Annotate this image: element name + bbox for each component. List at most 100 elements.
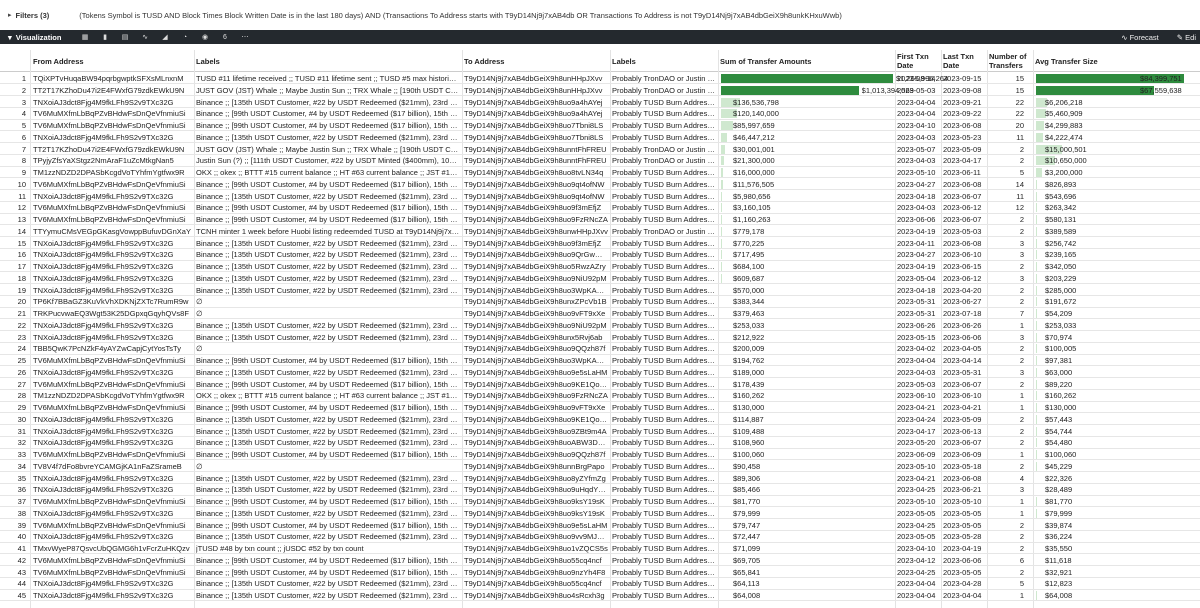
column-number-transfers[interactable]: Number of Transfers (989, 50, 1033, 72)
table-row[interactable]: 26 TNXoiAJ3dct8Fjg4M9fkLFh9S2v9TXc32G Bina… (0, 367, 1200, 379)
table-row[interactable]: 17 TNXoiAJ3dct8Fjg4M9fkLFh9S2v9TXc32G Bina… (0, 261, 1200, 273)
filters-title[interactable]: Filters (3) (16, 11, 50, 20)
number-transfers: 2 (1019, 144, 1024, 154)
bar-chart-icon[interactable]: ▤ (120, 33, 130, 42)
table-row[interactable]: 15 TNXoiAJ3dct8Fjg4M9fkLFh9S2v9TXc32G Bina… (0, 238, 1200, 249)
table-row[interactable]: 30 TNXoiAJ3dct8Fjg4M9fkLFh9S2v9TXc32G Bina… (0, 414, 1200, 426)
column-from-address[interactable]: From Address (33, 50, 193, 72)
pie-chart-icon[interactable]: ◔ (180, 33, 190, 42)
table-row[interactable]: 40 TNXoiAJ3dct8Fjg4M9fkLFh9S2v9TXc32G Bina… (0, 531, 1200, 543)
area-chart-icon[interactable]: ◢ (160, 33, 170, 42)
to-labels-cell: Probably TUSD Burn Address: $... (612, 309, 716, 318)
sum-value: $136,536,798 (733, 97, 779, 107)
table-row[interactable]: 21 TRKPucvwaEQ3Wgt53K25DGpxqGqyhQVs8F ∅ T9y… (0, 308, 1200, 320)
chevron-right-icon[interactable]: ▸ (8, 11, 12, 19)
avg-value: $256,742 (1045, 238, 1077, 248)
sum-value: $64,008 (733, 591, 761, 600)
table-row[interactable]: 16 TNXoiAJ3dct8Fjg4M9fkLFh9S2v9TXc32G Bina… (0, 249, 1200, 261)
table-row[interactable]: 8 TPyjyZfsYaXStgz2NmAraF1uZcMtkgNan5 Justi… (0, 155, 1200, 167)
table-row[interactable]: 14 TTYymuCMsVEGpGKasgVowppBufuvDGnXaY TCNH… (0, 226, 1200, 238)
table-row[interactable]: 45 TNXoiAJ3dct8Fjg4M9fkLFh9S2v9TXc32G Bina… (0, 590, 1200, 602)
avg-value: $580,131 (1045, 215, 1077, 224)
edit-button[interactable]: ✎ Edi (1177, 33, 1196, 42)
table-row[interactable]: 10 TV6MuMXfmLbBqPZvBHdwFsDnQeVfnmiuSi Bina… (0, 179, 1200, 191)
number-transfers: 2 (1019, 567, 1024, 577)
table-row[interactable]: 20 TP6Kf7BBaGZ3KuVkVhXDKNjZXTc7RumR9w ∅ T9y… (0, 296, 1200, 308)
number-icon[interactable]: 6 (220, 33, 230, 42)
table-row[interactable]: 19 TNXoiAJ3dct8Fjg4M9fkLFh9S2v9TXc32G Bina… (0, 285, 1200, 296)
table-row[interactable]: 41 TMxvWyeP87QsvcUbQGMG6h1vFcrZuHKQzv jTUS… (0, 543, 1200, 555)
column-labels[interactable]: Labels (196, 50, 461, 72)
map-pin-icon[interactable]: ◉ (200, 33, 210, 42)
to-address-cell: T9yD14Nj9j7xAB4dbGeiX9h8uo9KE1QoU2 (464, 379, 608, 389)
column-chart-icon[interactable]: ▮ (100, 33, 110, 42)
to-labels-cell: Probably TUSD Burn Address: $... (612, 297, 716, 307)
table-row[interactable]: 6 TNXoiAJ3dct8Fjg4M9fkLFh9S2v9TXc32G Binan… (0, 132, 1200, 144)
table-row[interactable]: 32 TNXoiAJ3dct8Fjg4M9fkLFh9S2v9TXc32G Bina… (0, 437, 1200, 449)
table-row[interactable]: 38 TNXoiAJ3dct8Fjg4M9fkLFh9S2v9TXc32G Bina… (0, 508, 1200, 520)
table-row[interactable]: 31 TNXoiAJ3dct8Fjg4M9fkLFh9S2v9TXc32G Bina… (0, 426, 1200, 437)
table-row[interactable]: 34 TV8V4f7dFo8bvreYCAMGjKA1nFaZSrameB ∅ T9y… (0, 461, 1200, 473)
table-row[interactable]: 11 TNXoiAJ3dct8Fjg4M9fkLFh9S2v9TXc32G Bina… (0, 191, 1200, 202)
table-row[interactable]: 22 TNXoiAJ3dct8Fjg4M9fkLFh9S2v9TXc32G Bina… (0, 320, 1200, 332)
detail-icon[interactable]: ⋯ (240, 33, 250, 42)
to-address-cell: T9yD14Nj9j7xAB4dbGeiX9h8uo1vZQCS5s (464, 544, 608, 553)
labels-cell: ∅ (196, 309, 203, 318)
table-row[interactable]: 39 TV6MuMXfmLbBqPZvBHdwFsDnQeVfnmiuSi Bina… (0, 520, 1200, 531)
table-row[interactable]: 29 TV6MuMXfmLbBqPZvBHdwFsDnQeVfnmiuSi Bina… (0, 402, 1200, 414)
table-row[interactable]: 5 TV6MuMXfmLbBqPZvBHdwFsDnQeVfnmiuSi Binan… (0, 120, 1200, 132)
table-row[interactable]: 44 TNXoiAJ3dct8Fjg4M9fkLFh9S2v9TXc32G Bina… (0, 578, 1200, 590)
table-row[interactable]: 24 TBB5QwK7PcNZkF4yAYZwCapjCytYosTsTy ∅ T9y… (0, 343, 1200, 355)
number-transfers: 20 (1015, 121, 1024, 130)
first-txn-date: 2023-04-19 (897, 226, 936, 236)
avg-value: $67,559,638 (1140, 85, 1182, 95)
table-row[interactable]: 9 TM1zzNDZD2DPASbKcgdVoTYhfmYgtfwx9R OKX ;… (0, 167, 1200, 179)
forecast-label: Forecast (1129, 32, 1159, 42)
row-index: 37 (17, 497, 26, 506)
visualization-toggle[interactable]: ▾ Visualization (0, 33, 74, 42)
table-row[interactable]: 2 TT2T17KZhoDu47i2E4FWxfG79zdkEWkU9N JUST … (0, 85, 1200, 97)
sum-value: $100,060 (733, 450, 765, 459)
column-first-txn-date[interactable]: First Txn Date (897, 50, 941, 72)
forecast-button[interactable]: ∿ Forecast (1121, 33, 1159, 42)
table-row[interactable]: 13 TV6MuMXfmLbBqPZvBHdwFsDnQeVfnmiuSi Bina… (0, 214, 1200, 226)
number-transfers: 11 (1016, 132, 1024, 142)
table-row[interactable]: 35 TNXoiAJ3dct8Fjg4M9fkLFh9S2v9TXc32G Bina… (0, 473, 1200, 484)
table-row[interactable]: 33 TV6MuMXfmLbBqPZvBHdwFsDnQeVfnmiuSi Bina… (0, 449, 1200, 461)
table-row[interactable]: 23 TNXoiAJ3dct8Fjg4M9fkLFh9S2v9TXc32G Bina… (0, 332, 1200, 343)
table-row[interactable]: 37 TV6MuMXfmLbBqPZvBHdwFsDnQeVfnmiuSi Bina… (0, 496, 1200, 508)
to-address-cell: T9yD14Nj9j7xAB4dbGeiX9h8uo8yZYfmZg (464, 473, 606, 483)
table-row[interactable]: 42 TV6MuMXfmLbBqPZvBHdwFsDnQeVfnmiuSi Bina… (0, 555, 1200, 567)
table-row[interactable]: 7 TT2T17KZhoDu47i2E4FWxfG79zdkEWkU9N JUST … (0, 144, 1200, 155)
line-chart-icon[interactable]: ∿ (140, 33, 150, 42)
avg-value: $100,060 (1045, 450, 1077, 459)
first-txn-date: 2023-04-12 (897, 555, 936, 565)
table-row[interactable]: 25 TV6MuMXfmLbBqPZvBHdwFsDnQeVfnmiuSi Bina… (0, 355, 1200, 367)
column-avg-transfer[interactable]: Avg Transfer Size (1035, 50, 1195, 72)
column-last-txn-date[interactable]: Last Txn Date (943, 50, 987, 72)
table-row[interactable]: 28 TM1zzNDZD2DPASbKcgdVoTYhfmYgtfwx9R OKX … (0, 390, 1200, 402)
table-row[interactable]: 1 TQiXPTvHuqaBW94pqrbgwptkSFXsMLnxnM TUSD … (0, 73, 1200, 85)
last-txn-date: 2023-07-18 (943, 309, 982, 318)
table-icon[interactable]: ▦ (80, 33, 90, 42)
first-txn-date: 2023-05-04 (897, 273, 936, 283)
to-address-cell: T9yD14Nj9j7xAB4dbGeiX9h8unwHHpJXvv (464, 226, 608, 236)
table-row[interactable]: 43 TV6MuMXfmLbBqPZvBHdwFsDnQeVfnmiuSi Bina… (0, 567, 1200, 578)
to-labels-cell: Probably TUSD Burn Address: $... (612, 497, 716, 506)
column-sum-transfer[interactable]: Sum of Transfer Amounts (720, 50, 895, 72)
table-row[interactable]: 36 TNXoiAJ3dct8Fjg4M9fkLFh9S2v9TXc32G Bina… (0, 484, 1200, 496)
table-row[interactable]: 27 TV6MuMXfmLbBqPZvBHdwFsDnQeVfnmiuSi Bina… (0, 379, 1200, 390)
labels-cell: Binance ;; [135th USDT Customer, #22 by … (196, 320, 460, 330)
number-transfers: 2 (1019, 297, 1024, 307)
column-to-labels[interactable]: Labels (612, 50, 717, 72)
table-row[interactable]: 3 TNXoiAJ3dct8Fjg4M9fkLFh9S2v9TXc32G Binan… (0, 97, 1200, 108)
table-row[interactable]: 4 TV6MuMXfmLbBqPZvBHdwFsDnQeVfnmiuSi Binan… (0, 108, 1200, 120)
first-txn-date: 2023-04-04 (897, 579, 936, 589)
first-txn-date: 2023-05-31 (897, 297, 936, 307)
table-row[interactable]: 12 TV6MuMXfmLbBqPZvBHdwFsDnQeVfnmiuSi Bina… (0, 202, 1200, 214)
to-address-cell: T9yD14Nj9j7xAB4dbGeiX9h8uo9nzYh4F8 (464, 567, 606, 577)
from-address-cell: TV6MuMXfmLbBqPZvBHdwFsDnQeVfnmiuSi (33, 356, 186, 365)
table-row[interactable]: 18 TNXoiAJ3dct8Fjg4M9fkLFh9S2v9TXc32G Bina… (0, 273, 1200, 285)
column-to-address[interactable]: To Address (464, 50, 609, 72)
filters-bar[interactable]: ▸ Filters (3) (Tokens Symbol is TUSD AND… (0, 0, 1200, 30)
